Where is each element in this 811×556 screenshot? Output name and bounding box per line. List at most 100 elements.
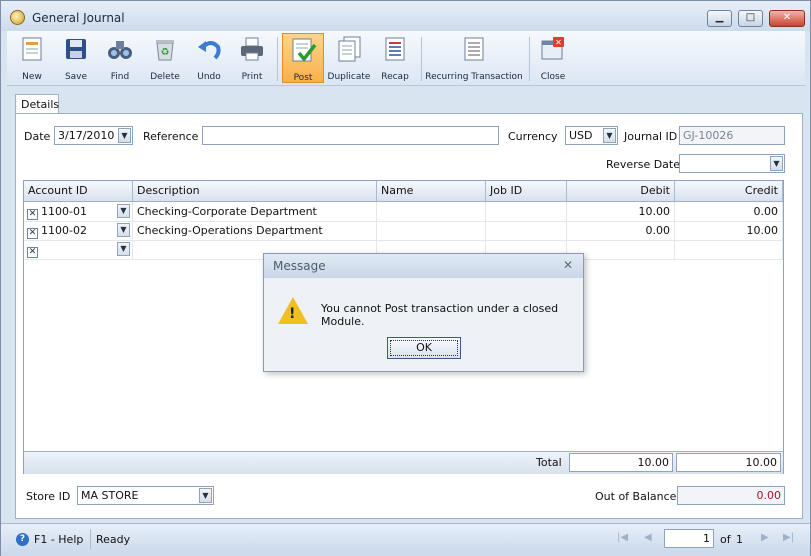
message-dialog: Message ✕ ! You cannot Post transaction … — [263, 253, 584, 372]
table-row[interactable]: ✕ 1100-02 ▼ Checking-Operations Department… — [24, 221, 783, 241]
column-header-credit[interactable]: Credit — [675, 181, 783, 201]
account-dropdown-icon[interactable]: ▼ — [117, 204, 130, 218]
save-button[interactable]: Save — [55, 33, 97, 83]
out-of-balance-field: 0.00 — [677, 486, 785, 505]
recurring-transaction-button[interactable]: Recurring Transaction — [425, 33, 523, 83]
currency-select[interactable]: USD ▼ — [565, 126, 618, 145]
page-number-input[interactable]: 1 — [664, 529, 714, 548]
toolbar-separator — [421, 37, 422, 81]
find-button[interactable]: Find — [99, 33, 141, 83]
account-id-cell[interactable]: ✕ 1100-01 ▼ — [24, 202, 133, 221]
duplicate-button[interactable]: Duplicate — [326, 33, 372, 83]
delete-row-icon[interactable]: ✕ — [27, 247, 38, 258]
column-header-job-id[interactable]: Job ID — [486, 181, 567, 201]
recap-report-icon — [385, 37, 405, 61]
date-field[interactable]: 3/17/2010 ▼ — [54, 126, 133, 145]
credit-cell[interactable]: 0.00 — [675, 202, 783, 221]
store-id-label: Store ID — [26, 490, 71, 503]
find-label: Find — [110, 72, 130, 82]
first-page-icon[interactable]: |◀ — [617, 532, 628, 543]
minimize-icon: ▁ — [715, 12, 724, 23]
out-of-balance-label: Out of Balance — [595, 490, 677, 503]
store-id-dropdown-icon[interactable]: ▼ — [199, 488, 212, 503]
account-id-cell[interactable]: ✕ 1100-02 ▼ — [24, 221, 133, 240]
new-label: New — [22, 72, 42, 82]
minimize-button[interactable]: ▁ — [707, 10, 732, 27]
post-label: Post — [293, 73, 313, 83]
column-header-account-id[interactable]: Account ID — [24, 181, 133, 201]
date-label: Date — [24, 130, 51, 143]
binoculars-icon — [108, 41, 132, 59]
date-dropdown-icon[interactable]: ▼ — [118, 128, 131, 143]
post-button[interactable]: Post — [282, 33, 324, 83]
store-id-value: MA STORE — [81, 489, 139, 502]
recurring-transaction-label: Recurring Transaction — [425, 72, 523, 82]
close-button[interactable]: ✕ Close — [533, 33, 573, 83]
column-header-description[interactable]: Description — [133, 181, 377, 201]
warning-exclamation-icon: ! — [289, 306, 296, 322]
new-button[interactable]: New — [11, 33, 53, 83]
column-header-name[interactable]: Name — [377, 181, 486, 201]
previous-page-icon[interactable]: ◀ — [644, 532, 652, 543]
total-credit-field: 10.00 — [676, 453, 781, 472]
name-cell[interactable] — [377, 221, 486, 240]
print-label: Print — [241, 72, 263, 82]
debit-cell[interactable]: 0.00 — [567, 221, 675, 240]
total-credit-value: 10.00 — [745, 456, 778, 469]
window-close-button[interactable]: ✕ — [769, 10, 805, 27]
delete-button[interactable]: ♻ Delete — [143, 33, 187, 83]
recurring-document-icon — [464, 37, 484, 61]
recycle-bin-icon: ♻ — [156, 40, 174, 61]
account-id-value: 1100-01 — [41, 205, 87, 218]
total-label: Total — [536, 456, 562, 469]
help-icon[interactable]: ? — [16, 533, 29, 546]
currency-value: USD — [569, 129, 593, 142]
help-text[interactable]: F1 - Help — [34, 533, 83, 546]
next-page-icon[interactable]: ▶ — [761, 532, 769, 543]
reference-label: Reference — [143, 130, 199, 143]
page-total: 1 — [736, 533, 743, 546]
maximize-button[interactable]: □ — [738, 10, 763, 27]
delete-row-icon[interactable]: ✕ — [27, 228, 38, 239]
save-label: Save — [64, 72, 88, 82]
description-cell[interactable]: Checking-Corporate Department — [133, 202, 377, 221]
tab-details[interactable]: Details — [15, 94, 59, 115]
account-dropdown-icon[interactable]: ▼ — [117, 223, 130, 237]
close-label: Close — [540, 72, 566, 82]
credit-cell[interactable] — [675, 240, 783, 259]
credit-cell[interactable]: 10.00 — [675, 221, 783, 240]
undo-button[interactable]: Undo — [189, 33, 229, 83]
undo-arrow-icon — [198, 41, 221, 60]
journal-id-field: GJ-10026 — [679, 126, 785, 145]
post-checkmark-icon — [292, 38, 317, 62]
table-row[interactable]: ✕ 1100-01 ▼ Checking-Corporate Department … — [24, 202, 783, 222]
reverse-date-field[interactable]: ▼ — [679, 154, 785, 173]
total-debit-value: 10.00 — [637, 456, 670, 469]
description-cell[interactable]: Checking-Operations Department — [133, 221, 377, 240]
dialog-close-icon[interactable]: ✕ — [563, 258, 573, 272]
print-button[interactable]: Print — [231, 33, 273, 83]
delete-row-icon[interactable]: ✕ — [27, 209, 38, 220]
store-id-select[interactable]: MA STORE ▼ — [77, 486, 214, 505]
new-document-icon — [22, 37, 42, 61]
account-id-cell[interactable]: ✕ ▼ — [24, 240, 133, 259]
svg-text:✕: ✕ — [555, 38, 562, 47]
recap-button[interactable]: Recap — [374, 33, 416, 83]
duplicate-label: Duplicate — [327, 72, 371, 82]
close-window-icon: ✕ — [541, 37, 564, 60]
name-cell[interactable] — [377, 202, 486, 221]
currency-label: Currency — [508, 130, 558, 143]
last-page-icon[interactable]: ▶| — [783, 532, 794, 543]
job-id-cell[interactable] — [486, 202, 567, 221]
currency-dropdown-icon[interactable]: ▼ — [603, 128, 616, 143]
job-id-cell[interactable] — [486, 221, 567, 240]
account-dropdown-icon[interactable]: ▼ — [117, 242, 130, 256]
dialog-title-bar: Message ✕ — [264, 254, 583, 278]
title-bar: General Journal ▁ □ ✕ — [1, 1, 810, 31]
general-journal-window: General Journal ▁ □ ✕ New Save Find ♻ De… — [0, 0, 811, 556]
column-header-debit[interactable]: Debit — [567, 181, 675, 201]
ok-button[interactable]: OK — [387, 337, 461, 359]
debit-cell[interactable]: 10.00 — [567, 202, 675, 221]
reference-field[interactable] — [202, 126, 499, 145]
reverse-date-dropdown-icon[interactable]: ▼ — [770, 156, 783, 171]
